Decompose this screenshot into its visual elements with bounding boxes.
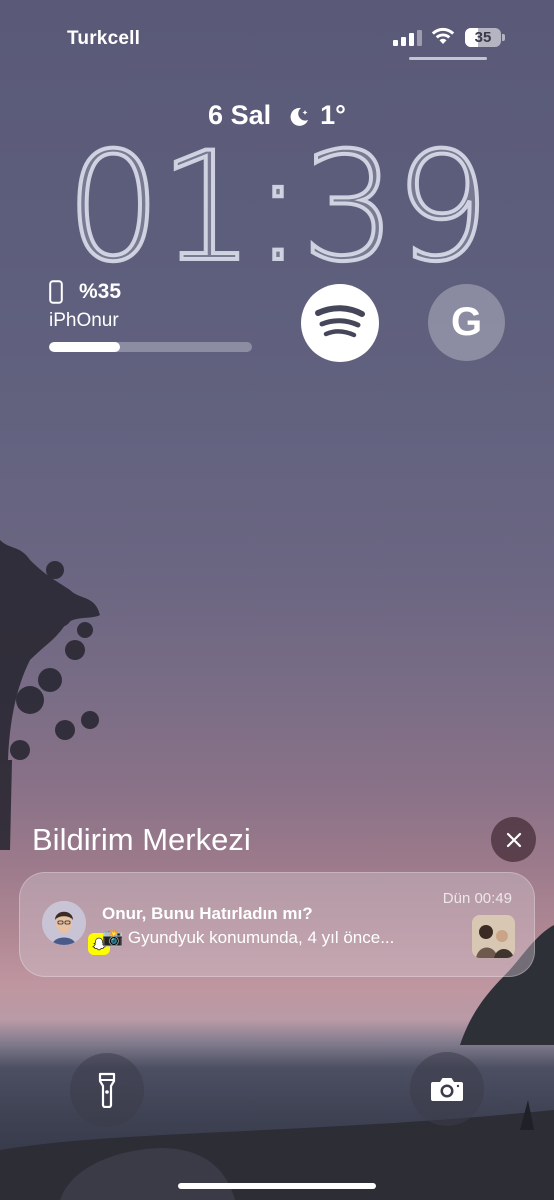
tree-silhouette xyxy=(0,540,100,850)
clear-notifications-button[interactable] xyxy=(491,817,536,862)
notification-title: Onur, Bunu Hatırladın mı? xyxy=(102,904,313,923)
notification-time: Dün 00:49 xyxy=(442,890,512,907)
camera-button[interactable] xyxy=(410,1052,484,1126)
notification-card[interactable]: Onur, Bunu Hatırladın mı? 📸 Gyundyuk kon… xyxy=(19,872,535,977)
device-name: iPhOnur xyxy=(49,310,119,331)
lock-clock: 01:39 xyxy=(64,121,492,295)
status-bar: Turkcell 35 xyxy=(0,0,554,60)
battery-level-bar xyxy=(49,342,252,352)
avatar xyxy=(42,901,86,945)
home-indicator[interactable] xyxy=(178,1183,376,1189)
notification-center-title: Bildirim Merkezi xyxy=(32,822,251,857)
battery-icon: 35 xyxy=(465,28,505,47)
camera-icon xyxy=(431,1078,463,1101)
carrier-label: Turkcell xyxy=(67,28,141,49)
google-widget[interactable]: G xyxy=(428,284,505,361)
wifi-icon xyxy=(431,27,455,44)
battery-widget[interactable]: %35 iPhOnur xyxy=(49,280,254,352)
battery-level: 35 xyxy=(474,29,492,46)
notification-thumbnail xyxy=(472,915,515,958)
spotify-icon xyxy=(315,305,365,338)
battery-percent-label: %35 xyxy=(79,280,122,303)
control-center-indicator[interactable] xyxy=(409,57,487,60)
flashlight-icon xyxy=(98,1072,116,1108)
signal-icon xyxy=(393,30,423,46)
flashlight-button[interactable] xyxy=(70,1053,144,1127)
google-icon: G xyxy=(450,300,483,344)
spotify-widget[interactable] xyxy=(301,284,379,362)
notification-body: 📸 Gyundyuk konumunda, 4 yıl önce... xyxy=(102,928,395,947)
phone-icon xyxy=(49,280,63,304)
close-icon xyxy=(506,832,521,847)
